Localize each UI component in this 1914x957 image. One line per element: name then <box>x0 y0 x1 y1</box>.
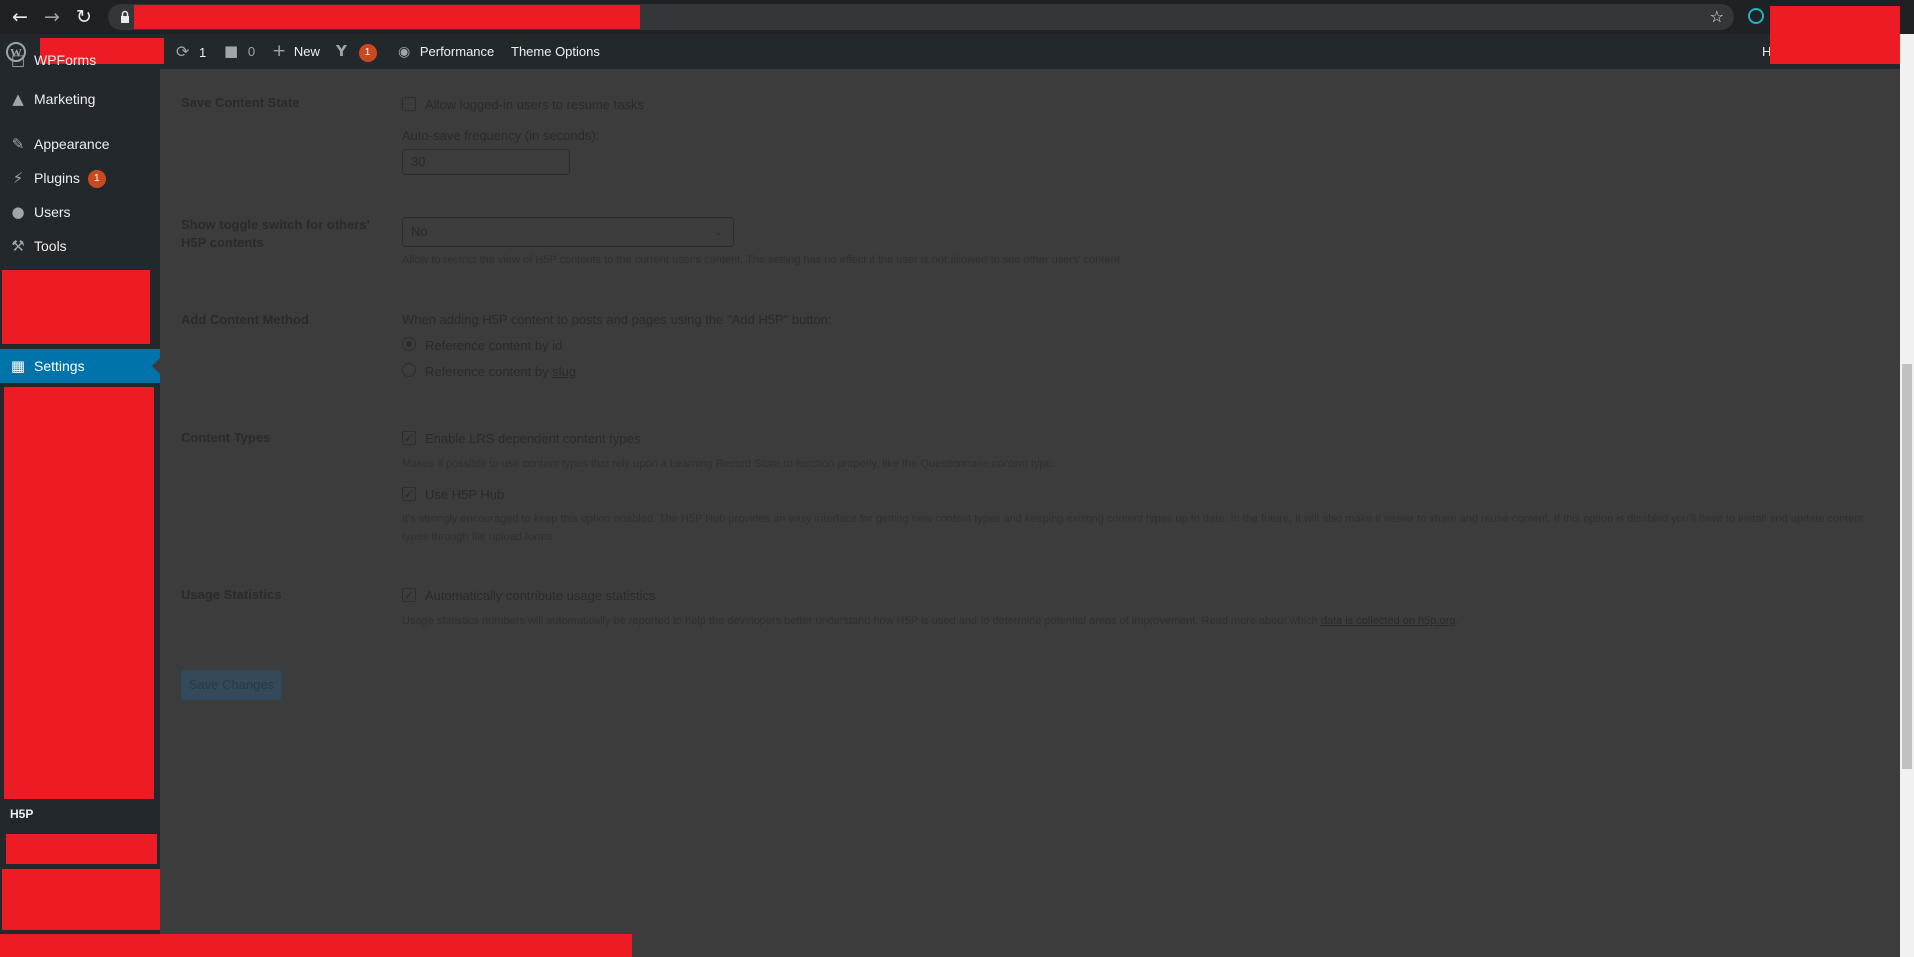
lrs-content-types-checkbox[interactable]: ✓ <box>402 431 416 445</box>
performance-menu[interactable]: ◉ Performance <box>398 34 494 69</box>
lrs-content-types-description: Makes it possible to use content types t… <box>402 458 1055 470</box>
toggle-switch-description: Allow to restrict the view of H5P conten… <box>402 254 1123 266</box>
back-icon[interactable]: ← <box>8 5 32 29</box>
redacted-submenu-block-2 <box>6 834 157 864</box>
browser-toolbar: ← → ↻ ☆ <box>0 0 1914 34</box>
reference-by-slug-radio[interactable] <box>402 363 416 377</box>
add-content-method-label: Add Content Method <box>181 312 309 327</box>
autosave-frequency-input[interactable]: 30 <box>402 149 570 175</box>
lrs-content-types-label: Enable LRS dependent content types <box>425 431 641 446</box>
slug-link[interactable]: slug <box>552 364 576 379</box>
wp-admin-bar: W ⟳ 1 ■ 0 + New Y 1 ◉ Performance Theme … <box>0 6 1914 69</box>
wpforms-icon: □ <box>10 51 26 69</box>
content-types-label: Content Types <box>181 430 271 445</box>
sidebar-item-wpforms[interactable]: □ WPForms <box>0 49 160 71</box>
yoast-icon: Y <box>336 42 347 60</box>
performance-icon: ◉ <box>398 44 411 60</box>
redacted-url <box>134 5 640 29</box>
sidebar-item-users[interactable]: ● Users <box>0 195 160 229</box>
comments-menu[interactable]: ■ 0 <box>224 34 255 69</box>
sidebar-item-label: WPForms <box>34 52 97 68</box>
comment-icon: ■ <box>224 42 239 60</box>
forward-icon[interactable]: → <box>40 5 64 29</box>
plugin-icon: ⚡ <box>12 169 24 187</box>
performance-label: Performance <box>419 44 495 59</box>
reference-by-slug-label: Reference content by slug <box>425 364 576 379</box>
plugins-update-badge: 1 <box>87 170 106 189</box>
paintbrush-icon: ✎ <box>11 135 25 153</box>
resume-tasks-label: Allow logged-in users to resume tasks <box>425 97 644 112</box>
usage-statistics-description-text: Usage statistics numbers will automatica… <box>402 615 1321 627</box>
new-label: New <box>293 44 320 59</box>
address-bar[interactable]: ☆ <box>108 4 1734 30</box>
sidebar-item-plugins[interactable]: ⚡ Plugins 1 <box>0 161 160 195</box>
yoast-menu[interactable]: Y 1 <box>336 34 377 69</box>
reference-by-id-label: Reference content by id <box>425 338 563 353</box>
current-menu-arrow <box>152 358 160 374</box>
new-content-menu[interactable]: + New <box>272 34 320 69</box>
updates-icon: ⟳ <box>176 42 190 61</box>
page-scrollbar[interactable] <box>1900 34 1914 957</box>
resume-tasks-checkbox[interactable] <box>402 97 416 111</box>
sidebar-item-label: Tools <box>34 238 67 254</box>
usage-statistics-description-end: . <box>1455 615 1459 627</box>
usage-statistics-description: Usage statistics numbers will automatica… <box>402 612 1872 630</box>
usage-statistics-checkbox-label: Automatically contribute usage statistic… <box>425 588 656 603</box>
h5p-settings-form: Save Content State Allow logged-in users… <box>0 69 1900 957</box>
sidebar-item-h5p[interactable]: H5P <box>0 797 160 831</box>
settings-icon: ▦ <box>10 357 26 375</box>
plus-icon: + <box>272 41 287 61</box>
save-content-state-label: Save Content State <box>181 95 300 110</box>
sidebar-item-appearance[interactable]: ✎ Appearance <box>0 127 160 161</box>
extension-icon[interactable] <box>1748 8 1764 24</box>
user-icon: ● <box>11 203 25 221</box>
scrollbar-thumb[interactable] <box>1902 364 1912 769</box>
autosave-frequency-label: Auto-save frequency (in seconds): <box>402 128 600 143</box>
admin-sidebar: □ WPForms ▲ Marketing ✎ Appearance ⚡ Plu… <box>0 51 160 957</box>
redacted-menu-block <box>2 270 150 344</box>
reference-by-slug-prefix: Reference content by <box>425 364 553 379</box>
use-h5p-hub-checkbox[interactable]: ✓ <box>402 487 416 501</box>
reference-by-id-radio[interactable] <box>402 337 416 351</box>
redacted-user-account[interactable] <box>1770 6 1900 64</box>
yoast-badge: 1 <box>358 43 377 62</box>
sidebar-item-label: Appearance <box>34 136 110 152</box>
redacted-submenu-block-3 <box>2 869 160 930</box>
comments-count: 0 <box>247 44 256 59</box>
use-h5p-hub-description: It's strongly encouraged to keep this op… <box>402 513 1864 543</box>
redacted-submenu-block <box>4 387 154 799</box>
megaphone-icon: ▲ <box>12 90 24 108</box>
usage-statistics-checkbox[interactable]: ✓ <box>402 588 416 602</box>
chevron-down-icon: ⌄ <box>713 225 723 238</box>
sidebar-item-tools[interactable]: ⚒ Tools <box>0 229 160 263</box>
use-h5p-hub-label: Use H5P Hub <box>425 487 505 502</box>
toggle-switch-value: No <box>411 224 428 239</box>
toggle-switch-label: Show toggle switch for others' H5P conte… <box>181 217 370 250</box>
theme-options-menu[interactable]: Theme Options <box>511 34 600 69</box>
wrench-icon: ⚒ <box>11 237 25 255</box>
sidebar-item-marketing[interactable]: ▲ Marketing <box>0 82 160 116</box>
sidebar-item-settings[interactable]: ▦ Settings <box>0 349 160 383</box>
content-method-intro: When adding H5P content to posts and pag… <box>402 312 832 327</box>
save-changes-button[interactable]: Save Changes <box>181 670 282 700</box>
sidebar-item-label: Plugins <box>34 170 80 186</box>
sidebar-item-label: H5P <box>10 807 34 821</box>
data-collected-link[interactable]: data is collected on h5p.org <box>1321 615 1456 627</box>
usage-statistics-label: Usage Statistics <box>181 587 282 602</box>
redacted-footer-block <box>0 934 632 957</box>
bookmark-star-icon[interactable]: ☆ <box>1710 7 1724 26</box>
updates-menu[interactable]: ⟳ 1 <box>176 34 206 69</box>
reload-icon[interactable]: ↻ <box>72 5 96 29</box>
sidebar-item-label: Users <box>34 204 71 220</box>
sidebar-item-label: Settings <box>34 358 85 374</box>
lock-icon <box>121 10 129 23</box>
sidebar-item-label: Marketing <box>34 91 96 107</box>
updates-count: 1 <box>199 45 207 60</box>
toggle-switch-select[interactable]: No ⌄ <box>402 217 734 247</box>
